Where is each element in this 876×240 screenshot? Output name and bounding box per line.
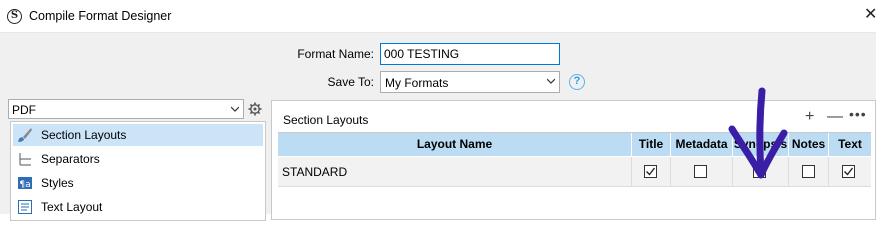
save-to-label: Save To: (327, 75, 374, 89)
notes-checkbox[interactable] (802, 165, 815, 178)
separator-icon (19, 153, 31, 166)
output-format-value: PDF (12, 103, 36, 117)
column-divider (670, 157, 671, 187)
output-format-select[interactable]: PDF (8, 99, 244, 119)
format-name-label: Format Name: (297, 47, 374, 61)
title-checkbox[interactable] (644, 165, 657, 178)
sidebar-item-styles[interactable]: ¶a Styles (13, 172, 263, 194)
gear-icon[interactable] (248, 102, 262, 116)
more-options-button[interactable]: ••• (849, 106, 867, 122)
styles-icon: ¶a (18, 177, 32, 190)
svg-text:¶a: ¶a (19, 180, 30, 190)
checkmark-icon (844, 167, 854, 176)
column-header-text[interactable]: Text (828, 133, 871, 156)
app-logo-icon: S (7, 9, 22, 24)
chevron-down-icon (231, 106, 239, 112)
save-to-select[interactable]: My Formats (380, 71, 560, 93)
chevron-down-icon (547, 78, 555, 84)
text-checkbox[interactable] (842, 165, 855, 178)
title-bar: S Compile Format Designer ✕ (0, 0, 876, 33)
sidebar-item-label: Text Layout (41, 200, 103, 214)
column-divider (631, 157, 632, 187)
sidebar-item-label: Styles (41, 176, 74, 190)
save-to-value: My Formats (385, 76, 449, 90)
column-header-layout-name[interactable]: Layout Name (278, 133, 631, 156)
layout-name-cell: STANDARD (282, 165, 348, 179)
checkmark-icon (646, 167, 656, 176)
remove-layout-button[interactable]: — (827, 109, 843, 125)
sidebar-item-separators[interactable]: Separators (13, 148, 263, 170)
text-layout-icon (18, 200, 32, 214)
format-name-input[interactable] (380, 43, 560, 65)
brush-icon (18, 128, 32, 142)
panel-title: Section Layouts (283, 113, 369, 127)
close-icon[interactable]: ✕ (864, 6, 876, 24)
column-header-title[interactable]: Title (631, 133, 670, 156)
column-header-notes[interactable]: Notes (788, 133, 828, 156)
sidebar-item-text-layout[interactable]: Text Layout (13, 196, 263, 218)
window-title: Compile Format Designer (29, 9, 172, 23)
help-icon[interactable]: ? (569, 74, 585, 90)
column-divider (828, 157, 829, 187)
metadata-checkbox[interactable] (694, 165, 707, 178)
sidebar-item-label: Section Layouts (41, 128, 127, 142)
dialog-body: Format Name: Save To: My Formats ? PDF (0, 33, 876, 221)
sidebar-item-section-layouts[interactable]: Section Layouts (13, 124, 263, 146)
sidebar-item-label: Separators (41, 152, 100, 166)
format-settings-list: Section Layouts Separators ¶a Styles Tex… (10, 121, 266, 221)
add-layout-button[interactable]: + (805, 109, 814, 125)
annotation-arrow (728, 87, 788, 179)
